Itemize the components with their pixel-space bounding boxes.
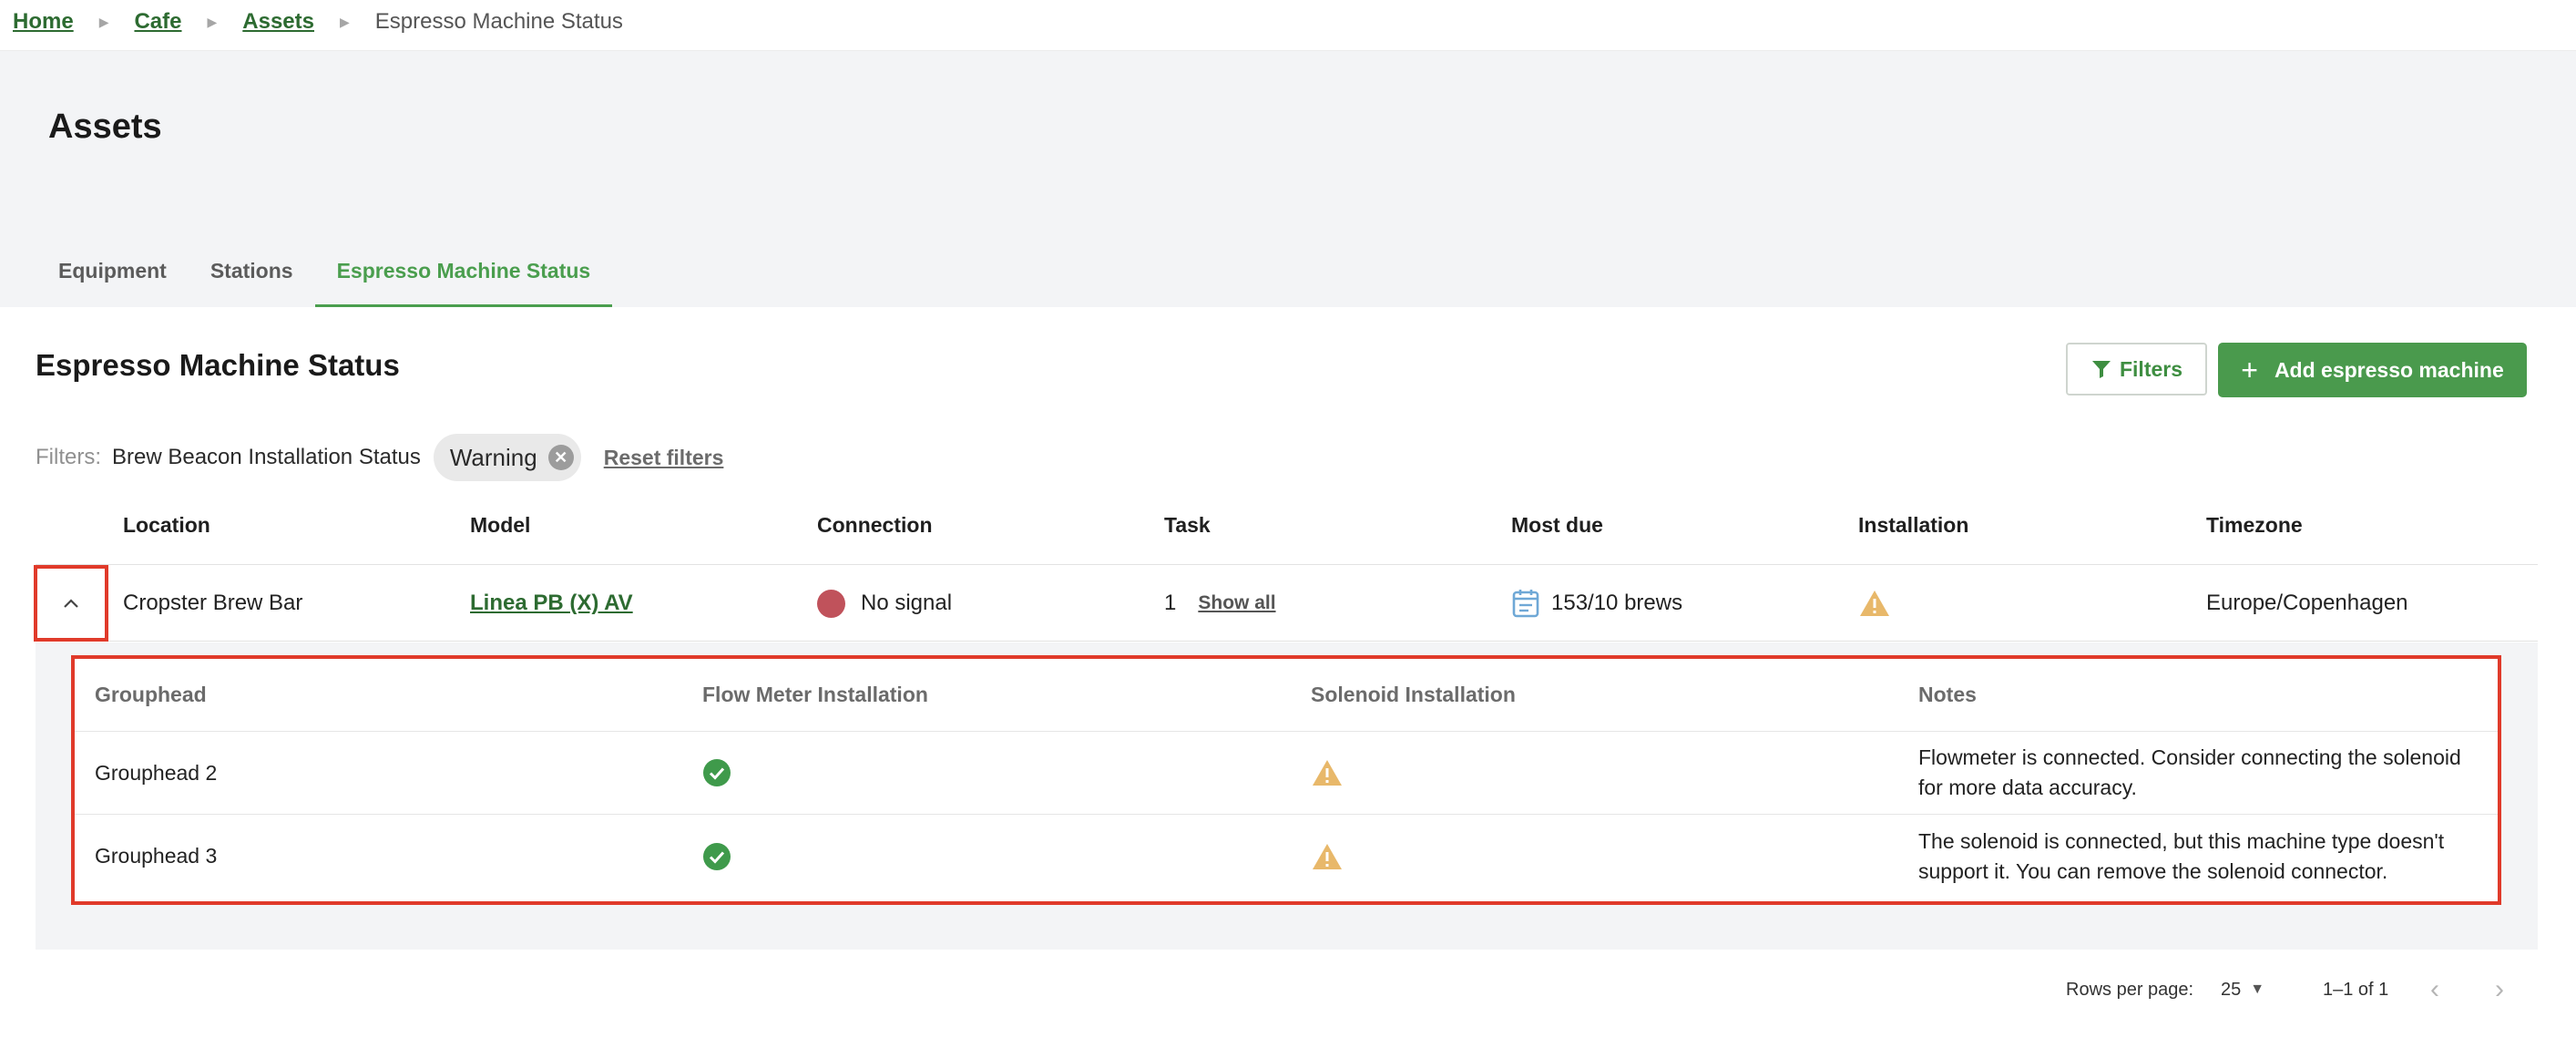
notes-line: support it. You can remove the solenoid … — [1918, 858, 2388, 883]
breadcrumb-assets[interactable]: Assets — [242, 9, 314, 35]
solenoid-status — [1311, 815, 1344, 898]
filter-icon — [2091, 361, 2111, 378]
most-due-cell: 153/10 brews — [1511, 565, 1682, 642]
calendar-icon — [1512, 590, 1539, 618]
notes-line: for more data accuracy. — [1918, 776, 2137, 799]
column-header-location[interactable]: Location — [123, 507, 210, 565]
filter-chip-label: Warning — [449, 443, 537, 471]
tab-equipment[interactable]: Equipment — [36, 244, 189, 307]
check-circle-icon — [703, 759, 731, 786]
task-cell: 1 Show all — [1164, 565, 1276, 642]
breadcrumb-bar: Home ▶ Cafe ▶ Assets ▶ Espresso Machine … — [0, 0, 2576, 51]
tab-espresso-machine-status[interactable]: Espresso Machine Status — [314, 244, 613, 307]
column-header-grouphead: Grouphead — [95, 683, 207, 706]
section-title: Espresso Machine Status — [36, 348, 400, 382]
rows-per-page-label: Rows per page: — [2066, 979, 2194, 1000]
breadcrumb: Home ▶ Cafe ▶ Assets ▶ Espresso Machine … — [13, 9, 623, 35]
expanded-row-panel: Grouphead Flow Meter Installation Soleno… — [36, 642, 2538, 950]
filters-button[interactable]: Filters — [2066, 343, 2207, 396]
breadcrumb-cafe[interactable]: Cafe — [134, 9, 181, 35]
chevron-right-icon: ▶ — [98, 15, 109, 29]
chevron-right-icon: ▶ — [207, 15, 218, 29]
column-header-installation[interactable]: Installation — [1858, 507, 1968, 565]
grouphead-name: Grouphead 3 — [95, 844, 218, 868]
table-row[interactable]: Cropster Brew Bar Linea PB (X) AV No sig… — [34, 565, 2538, 642]
add-button-label: Add espresso machine — [2274, 357, 2504, 382]
warning-icon — [1313, 760, 1342, 786]
filters-button-label: Filters — [2119, 356, 2183, 381]
page-title: Assets — [48, 108, 162, 146]
breadcrumb-home[interactable]: Home — [13, 9, 74, 35]
collapse-row-button[interactable] — [34, 565, 108, 642]
add-espresso-machine-button[interactable]: + Add espresso machine — [2218, 343, 2527, 397]
notes-line: The solenoid is connected, but this mach… — [1918, 828, 2445, 853]
breadcrumb-current: Espresso Machine Status — [374, 9, 623, 34]
column-header-task[interactable]: Task — [1164, 507, 1211, 565]
show-all-link[interactable]: Show all — [1198, 592, 1275, 614]
chevron-right-icon: ▶ — [340, 15, 350, 29]
status-dot-icon — [817, 589, 845, 618]
column-header-connection[interactable]: Connection — [817, 507, 933, 565]
warning-icon — [1313, 843, 1342, 869]
column-header-most-due[interactable]: Most due — [1511, 507, 1603, 565]
flow-meter-status — [702, 815, 731, 898]
column-header-model[interactable]: Model — [470, 507, 530, 565]
grouphead-name: Grouphead 2 — [95, 760, 218, 785]
column-header-flow-meter: Flow Meter Installation — [702, 683, 928, 706]
filters-label: Filters: — [36, 445, 101, 469]
model-link[interactable]: Linea PB (X) AV — [470, 591, 633, 616]
grouphead-table-header: Grouphead Flow Meter Installation Soleno… — [75, 659, 2498, 732]
table-header: Location Model Connection Task Most due … — [36, 507, 2538, 565]
notes-line: Flowmeter is connected. Consider connect… — [1918, 745, 2461, 769]
active-filters: Filters: Brew Beacon Installation Status… — [36, 434, 723, 481]
caret-down-icon: ▼ — [2250, 981, 2265, 997]
warning-icon — [1860, 591, 1889, 616]
reset-filters-link[interactable]: Reset filters — [604, 446, 724, 470]
grouphead-row: Grouphead 2 Flowmeter is connected. Cons… — [75, 732, 2498, 815]
filter-name: Brew Beacon Installation Status — [112, 445, 421, 469]
check-circle-icon — [703, 842, 731, 870]
model-cell: Linea PB (X) AV — [470, 565, 633, 642]
next-page-icon[interactable]: › — [2495, 971, 2504, 1008]
location-cell: Cropster Brew Bar — [123, 591, 303, 615]
previous-page-icon[interactable]: ‹ — [2430, 971, 2439, 1008]
plus-icon: + — [2241, 354, 2258, 386]
connection-cell: No signal — [817, 565, 952, 642]
grouphead-table: Grouphead Flow Meter Installation Soleno… — [71, 655, 2501, 905]
pagination-range: 1–1 of 1 — [2323, 979, 2389, 1000]
tab-bar: Equipment Stations Espresso Machine Stat… — [36, 244, 613, 307]
rows-per-page-select[interactable]: 25 ▼ — [2221, 971, 2264, 1008]
chevron-up-icon — [64, 599, 78, 608]
task-count: 1 — [1164, 591, 1177, 615]
connection-status: No signal — [861, 591, 953, 615]
rows-per-page-value: 25 — [2221, 979, 2242, 1000]
column-header-timezone[interactable]: Timezone — [2206, 507, 2303, 565]
column-header-solenoid: Solenoid Installation — [1311, 683, 1516, 706]
installation-cell — [1858, 565, 1891, 642]
most-due-value: 153/10 brews — [1551, 591, 1683, 615]
column-header-notes: Notes — [1918, 683, 1977, 706]
close-icon[interactable]: ✕ — [547, 445, 574, 470]
filter-chip-warning[interactable]: Warning ✕ — [433, 434, 581, 481]
tab-stations[interactable]: Stations — [189, 244, 315, 307]
flow-meter-status — [702, 732, 731, 814]
timezone-cell: Europe/Copenhagen — [2206, 591, 2408, 615]
notes-cell: Flowmeter is connected. Consider connect… — [1918, 732, 2510, 814]
notes-cell: The solenoid is connected, but this mach… — [1918, 815, 2510, 898]
solenoid-status — [1311, 732, 1344, 814]
grouphead-row: Grouphead 3 The solenoid is connected, b… — [75, 815, 2498, 898]
